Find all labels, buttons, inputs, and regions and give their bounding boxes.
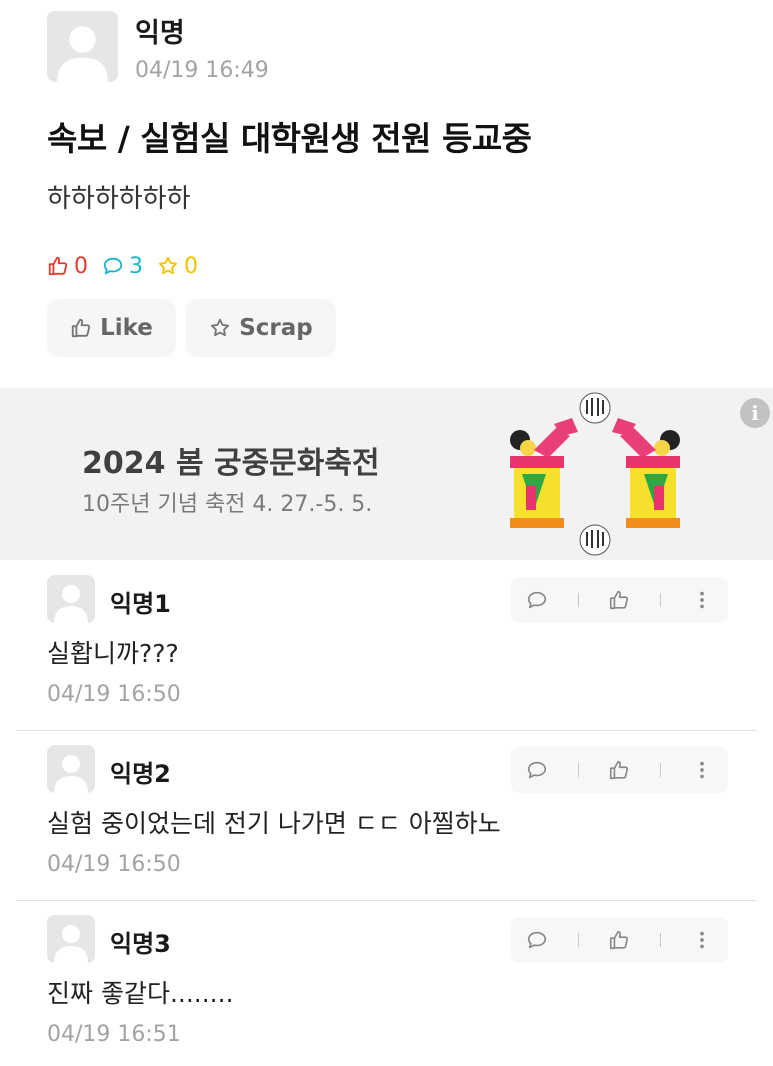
reply-icon[interactable]	[526, 759, 548, 781]
scrap-button[interactable]: Scrap	[186, 299, 336, 357]
commenter-avatar	[47, 745, 95, 793]
comment-count: 3	[102, 254, 143, 279]
comment-text: 진짜 좋같다........	[47, 979, 234, 1008]
ad-subtitle: 10주년 기념 축전 4. 27.-5. 5.	[82, 492, 373, 517]
scrap-button-label: Scrap	[239, 315, 313, 341]
scrap-count-value: 0	[184, 253, 198, 279]
post-timestamp: 04/19 16:49	[135, 58, 269, 83]
separator	[660, 763, 662, 777]
scrap-count: 0	[157, 254, 198, 279]
comment-item: 익명1 실홥니까??? 04/19 16:50	[0, 562, 773, 732]
thumbs-up-icon[interactable]	[608, 929, 630, 951]
post-stats: 0 3 0	[47, 252, 212, 280]
separator	[660, 593, 662, 607]
ad-banner[interactable]: 2024 봄 궁중문화축전 10주년 기념 축전 4. 27.-5. 5. i	[0, 388, 773, 560]
post-body: 하하하하하하	[47, 184, 191, 214]
comment-text: 실홥니까???	[47, 639, 179, 668]
post-author: 익명	[135, 18, 185, 49]
comment-actions	[511, 917, 728, 963]
like-count-value: 0	[74, 253, 88, 279]
reply-icon[interactable]	[526, 929, 548, 951]
thumbs-up-icon	[71, 318, 91, 338]
commenter-avatar	[47, 915, 95, 963]
like-button-label: Like	[100, 315, 153, 341]
thumbs-up-icon[interactable]	[608, 759, 630, 781]
more-options-icon[interactable]	[691, 589, 713, 611]
comment-timestamp: 04/19 16:50	[47, 852, 181, 877]
divider	[16, 900, 757, 901]
comment-item: 익명2 실험 중이었는데 전기 나가면 ㄷㄷ 아찔하노 04/19 16:50	[0, 732, 773, 902]
more-options-icon[interactable]	[691, 759, 713, 781]
separator	[577, 593, 579, 607]
speech-bubble-icon	[103, 257, 123, 275]
like-button[interactable]: Like	[47, 299, 176, 357]
more-options-icon[interactable]	[691, 929, 713, 951]
thumbs-up-icon[interactable]	[608, 589, 630, 611]
comment-count-value: 3	[129, 253, 143, 279]
reply-icon[interactable]	[526, 589, 548, 611]
like-count: 0	[47, 254, 88, 279]
ad-title: 2024 봄 궁중문화축전	[82, 446, 380, 481]
divider	[16, 730, 757, 731]
comment-actions	[511, 747, 728, 793]
separator	[577, 763, 579, 777]
commenter-name: 익명2	[110, 760, 171, 788]
comment-text: 실험 중이었는데 전기 나가면 ㄷㄷ 아찔하노	[47, 809, 501, 838]
author-avatar	[47, 11, 118, 82]
star-icon	[159, 256, 177, 275]
commenter-name: 익명3	[110, 930, 171, 958]
comment-item: 익명3 진짜 좋같다........ 04/19 16:51	[0, 902, 773, 1066]
star-icon	[211, 318, 230, 337]
thumbs-up-icon	[48, 256, 68, 276]
separator	[577, 933, 579, 947]
comment-timestamp: 04/19 16:51	[47, 1022, 181, 1047]
info-icon[interactable]: i	[740, 398, 770, 428]
post-title: 속보 / 실험실 대학원생 전원 등교중	[47, 119, 532, 158]
comment-actions	[511, 577, 728, 623]
commenter-name: 익명1	[110, 590, 171, 618]
festival-illustration	[510, 392, 680, 556]
comment-timestamp: 04/19 16:50	[47, 682, 181, 707]
commenter-avatar	[47, 575, 95, 623]
separator	[660, 933, 662, 947]
